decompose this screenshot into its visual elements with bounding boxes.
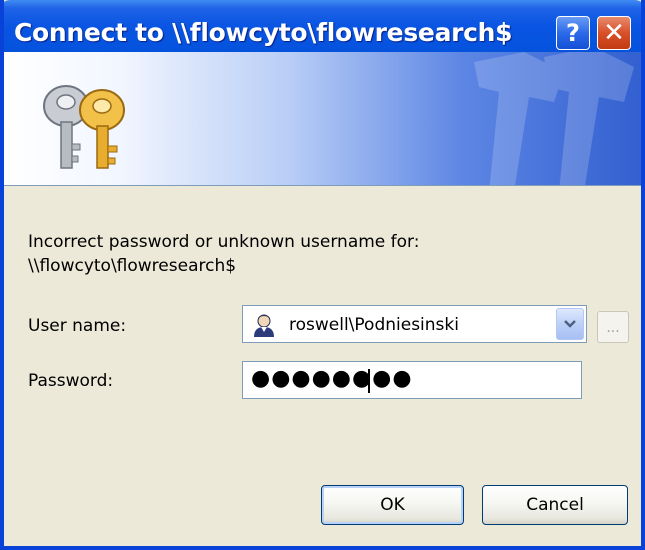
- close-button[interactable]: ✕: [597, 16, 631, 50]
- browse-button[interactable]: ...: [597, 311, 629, 343]
- password-field[interactable]: ●●●●●●●●: [242, 361, 582, 399]
- error-message-line-2: \\flowcyto\flowresearch$: [28, 256, 237, 276]
- keys-icon: [43, 85, 125, 169]
- window-title: Connect to \\flowcyto\flowresearch$: [14, 18, 513, 47]
- username-value: roswell\Podniesinski: [289, 315, 459, 335]
- help-button[interactable]: ?: [556, 16, 590, 50]
- password-label: Password:: [28, 371, 114, 391]
- password-masked-value: ●●●●●●●●: [251, 366, 413, 391]
- question-icon: ?: [566, 19, 580, 47]
- username-combobox[interactable]: roswell\Podniesinski: [242, 305, 587, 343]
- username-label: User name:: [28, 316, 127, 336]
- connect-dialog: Connect to \\flowcyto\flowresearch$ ? ✕: [0, 0, 645, 550]
- cancel-button[interactable]: Cancel: [482, 485, 628, 525]
- text-caret: [368, 369, 370, 393]
- error-message: Incorrect password or unknown username f…: [28, 230, 419, 278]
- username-dropdown-button[interactable]: [556, 308, 584, 340]
- keys-watermark-icon: [474, 52, 634, 185]
- user-icon: [254, 314, 274, 337]
- close-icon: ✕: [603, 18, 625, 48]
- header-banner: [4, 52, 641, 186]
- chevron-down-icon: [564, 320, 576, 328]
- ok-button[interactable]: OK: [321, 485, 464, 525]
- error-message-line-1: Incorrect password or unknown username f…: [28, 232, 420, 252]
